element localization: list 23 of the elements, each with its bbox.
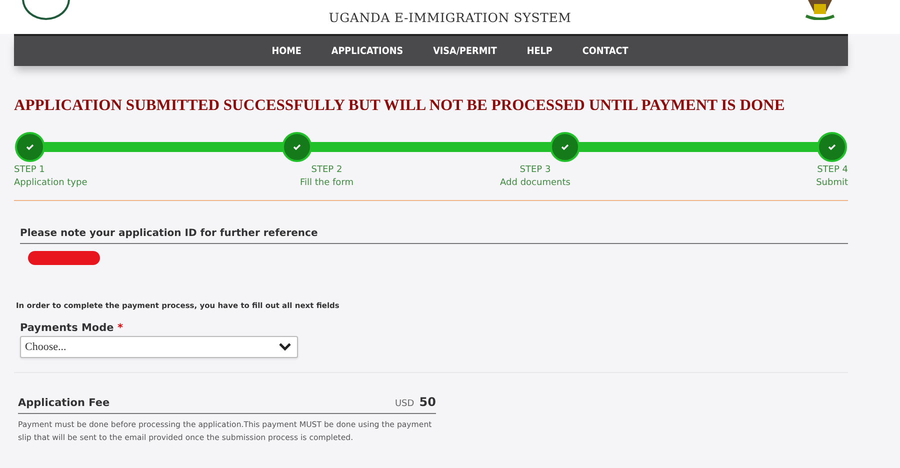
success-headline: APPLICATION SUBMITTED SUCCESSFULLY BUT WILL NOT BE PROCESSED UNTIL PAYMENT IS DONE (14, 96, 785, 116)
currency-label: USD (394, 399, 414, 409)
step-number: STEP 2 (311, 164, 342, 177)
step-label: Submit (816, 177, 848, 190)
site-title: UGANDA E-IMMIGRATION SYSTEM (328, 10, 572, 24)
nav-link[interactable]: HELP (526, 46, 552, 56)
step-label: Fill the form (300, 177, 354, 190)
field-label: Payments Mode (20, 322, 114, 334)
payment-mode-select[interactable]: Choose... (20, 336, 298, 358)
required-mark: * (117, 322, 123, 334)
nav-link[interactable]: APPLICATIONS (331, 46, 404, 56)
nav-link[interactable]: VISA/PERMIT (433, 46, 497, 56)
chevron-down-icon (279, 343, 291, 351)
step-number: STEP 3 (520, 164, 551, 177)
step-label: Add documents (500, 177, 570, 190)
section-heading: Please note your application ID for further reference (20, 228, 318, 239)
nav-link[interactable]: CONTACT (582, 46, 628, 56)
fee-label: Application Fee (18, 397, 110, 409)
step-number: STEP 1 (14, 164, 45, 177)
fee-amount: 50 (419, 395, 436, 409)
nav-link[interactable]: HOME (272, 46, 302, 56)
step-label: Application type (14, 177, 88, 190)
step-number: STEP 4 (817, 164, 848, 177)
